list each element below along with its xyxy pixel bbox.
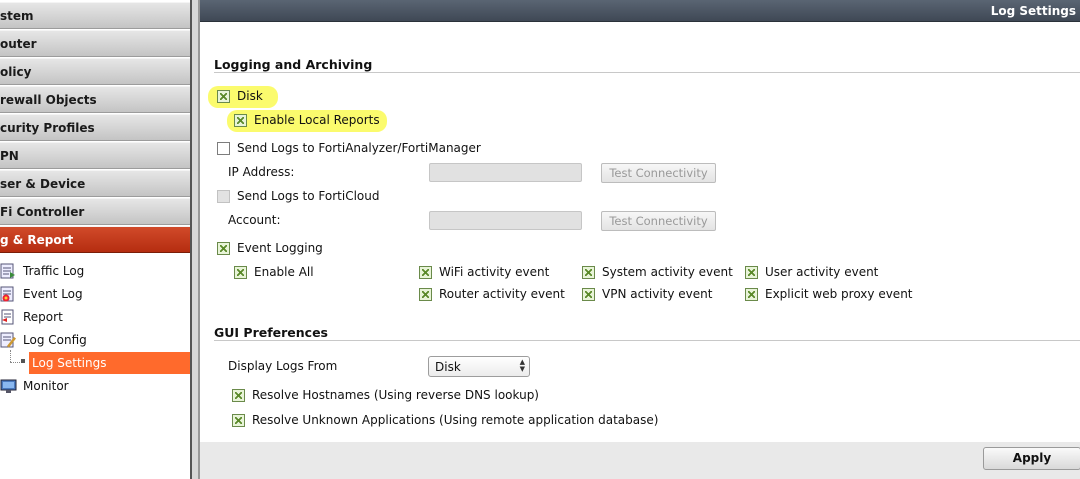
section-divider <box>214 72 1080 73</box>
page-title: Log Settings <box>990 4 1076 18</box>
menu-label: olicy <box>0 65 32 79</box>
menu-vpn[interactable]: PN <box>0 142 190 169</box>
event-logging-checkbox[interactable] <box>217 242 230 255</box>
menu-label: Fi Controller <box>0 205 85 219</box>
sidebar-item-label: Log Settings <box>32 356 107 370</box>
ip-address-field[interactable] <box>429 163 582 182</box>
menu-label: curity Profiles <box>0 121 95 135</box>
resolve-hostnames-checkbox[interactable] <box>232 389 245 402</box>
sidebar-item-label: Log Config <box>23 333 87 347</box>
header-bar: Log Settings <box>200 0 1080 22</box>
apply-button[interactable]: Apply <box>983 447 1080 470</box>
event-logging-label: Event Logging <box>237 241 323 255</box>
wifi-event-label: WiFi activity event <box>439 265 550 279</box>
sidebar-splitter[interactable] <box>190 0 200 479</box>
menu-policy[interactable]: olicy <box>0 58 190 85</box>
enable-all-checkbox[interactable] <box>234 266 247 279</box>
menu-router[interactable]: outer <box>0 30 190 57</box>
select-value: Disk <box>435 360 461 374</box>
forticloud-checkbox[interactable] <box>217 190 230 203</box>
test-connectivity-button[interactable]: Test Connectivity <box>601 163 716 183</box>
menu-user-device[interactable]: ser & Device <box>0 170 190 197</box>
disk-checkbox[interactable] <box>217 90 230 103</box>
log-config-icon <box>0 332 17 348</box>
system-event-label: System activity event <box>602 265 733 279</box>
user-event-checkbox[interactable] <box>745 266 758 279</box>
tree-node-icon <box>21 359 25 363</box>
tree-connector <box>10 350 11 362</box>
menu-label: g & Report <box>0 233 74 247</box>
event-log-icon <box>0 286 17 302</box>
enable-all-label: Enable All <box>254 265 314 279</box>
router-event-label: Router activity event <box>439 287 565 301</box>
section-title-logging: Logging and Archiving <box>214 57 373 72</box>
menu-security-profiles[interactable]: curity Profiles <box>0 114 190 141</box>
sidebar-item-log-settings[interactable]: Log Settings <box>29 352 190 374</box>
sidebar-item-label: Report <box>23 310 63 324</box>
account-label: Account: <box>228 213 281 227</box>
menu-system[interactable]: stem <box>0 2 190 29</box>
resolve-hostnames-label: Resolve Hostnames (Using reverse DNS loo… <box>252 388 539 402</box>
ip-address-label: IP Address: <box>228 165 295 179</box>
vpn-event-label: VPN activity event <box>602 287 713 301</box>
fortianalyzer-checkbox[interactable] <box>217 142 230 155</box>
sidebar-item-label: Event Log <box>23 287 83 301</box>
user-event-label: User activity event <box>765 265 879 279</box>
sidebar-item-label: Traffic Log <box>23 264 85 278</box>
sidebar-item-label: Monitor <box>23 379 69 393</box>
menu-label: ser & Device <box>0 177 86 191</box>
menu-label: stem <box>0 9 34 23</box>
monitor-icon <box>0 378 17 394</box>
system-event-checkbox[interactable] <box>582 266 595 279</box>
proxy-event-label: Explicit web proxy event <box>765 287 913 301</box>
wifi-event-checkbox[interactable] <box>419 266 432 279</box>
select-arrows-icon: ▲ ▼ <box>519 358 525 373</box>
menu-label: outer <box>0 37 37 51</box>
display-logs-from-select[interactable]: Disk ▲ ▼ <box>428 356 530 377</box>
tree-connector <box>10 362 20 363</box>
account-field[interactable] <box>429 211 582 230</box>
resolve-apps-label: Resolve Unknown Applications (Using remo… <box>252 413 659 427</box>
menu-log-report[interactable]: g & Report <box>0 226 190 253</box>
fortianalyzer-label: Send Logs to FortiAnalyzer/FortiManager <box>237 141 481 155</box>
vpn-event-checkbox[interactable] <box>582 288 595 301</box>
display-logs-from-label: Display Logs From <box>228 359 338 373</box>
disk-label: Disk <box>237 89 263 103</box>
section-title-gui: GUI Preferences <box>214 325 329 340</box>
traffic-log-icon <box>0 263 17 279</box>
menu-firewall-objects[interactable]: rewall Objects <box>0 86 190 113</box>
resolve-apps-checkbox[interactable] <box>232 414 245 427</box>
report-icon <box>0 309 17 325</box>
menu-label: PN <box>0 149 19 163</box>
test-connectivity-cloud-button[interactable]: Test Connectivity <box>601 211 716 231</box>
forticloud-label: Send Logs to FortiCloud <box>237 189 380 203</box>
settings-panel: Logging and Archiving Disk Enable Local … <box>200 22 1080 442</box>
sidebar: stem outer olicy rewall Objects curity P… <box>0 0 190 479</box>
enable-local-reports-label: Enable Local Reports <box>254 113 380 127</box>
menu-wifi-controller[interactable]: Fi Controller <box>0 198 190 225</box>
proxy-event-checkbox[interactable] <box>745 288 758 301</box>
enable-local-reports-checkbox[interactable] <box>234 114 247 127</box>
menu-label: rewall Objects <box>0 93 97 107</box>
section-divider <box>214 340 1080 341</box>
router-event-checkbox[interactable] <box>419 288 432 301</box>
